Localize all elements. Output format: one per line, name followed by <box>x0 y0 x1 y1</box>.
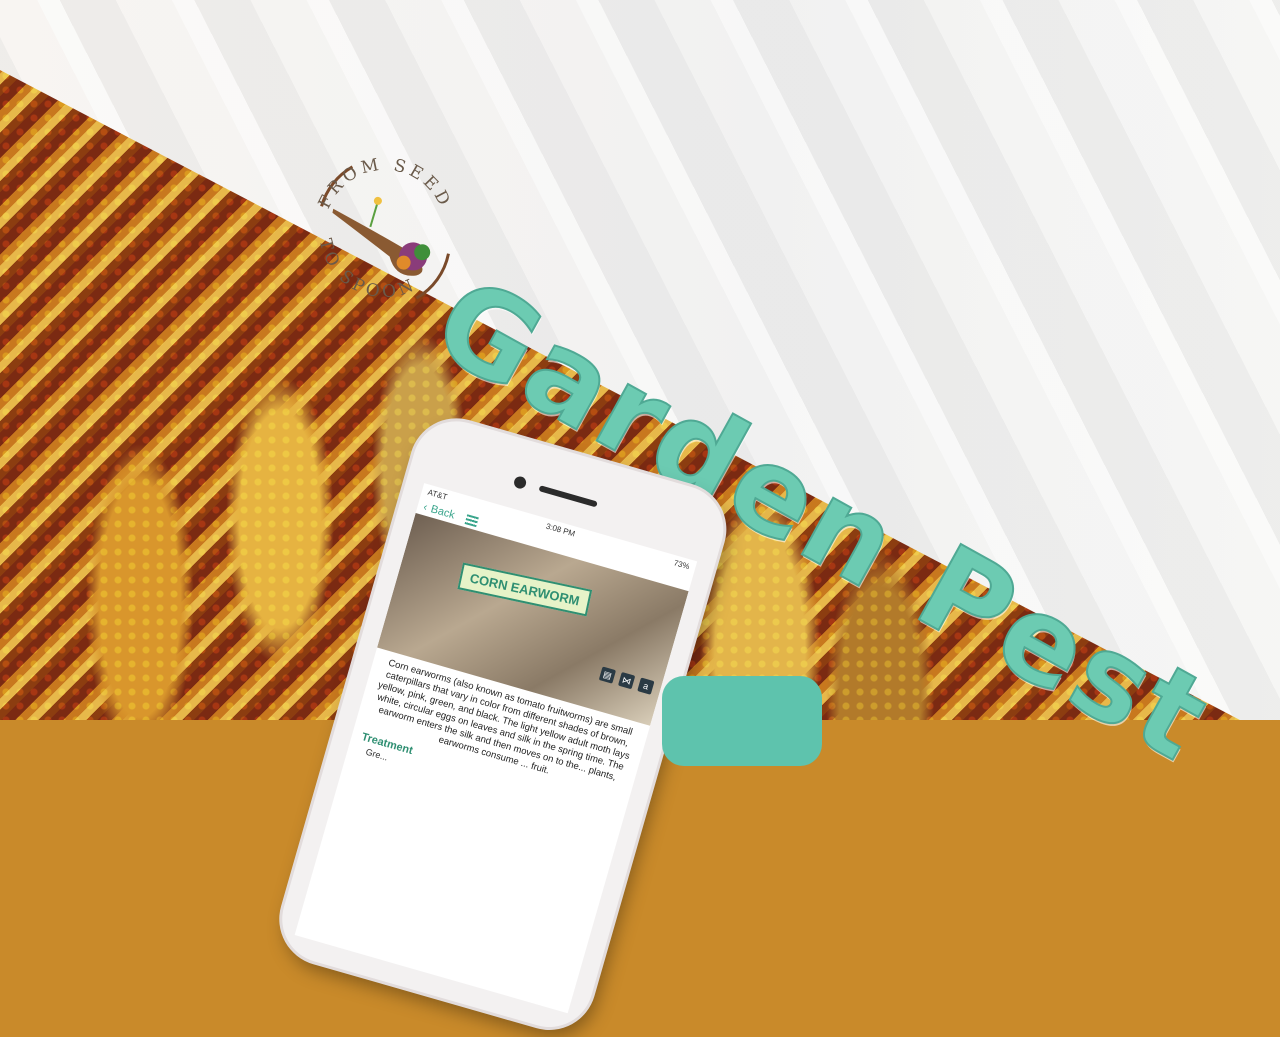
sprout-icon <box>369 202 379 228</box>
phone-speaker <box>538 485 598 508</box>
flower-icon <box>373 196 382 205</box>
phone-camera <box>512 475 528 490</box>
share-icon[interactable]: ⋈ <box>617 671 636 690</box>
print-icon[interactable]: ▤ <box>598 666 617 684</box>
teal-action-button[interactable] <box>662 676 822 766</box>
amazon-icon[interactable]: a <box>637 677 655 695</box>
action-icons: ▤ ⋈ a <box>598 666 655 695</box>
pest-name-label: CORN EARWORM <box>457 562 592 617</box>
back-chevron-icon[interactable]: ‹ <box>422 501 429 514</box>
battery-label: 73% <box>672 558 691 572</box>
hamburger-menu-icon[interactable] <box>464 514 479 528</box>
